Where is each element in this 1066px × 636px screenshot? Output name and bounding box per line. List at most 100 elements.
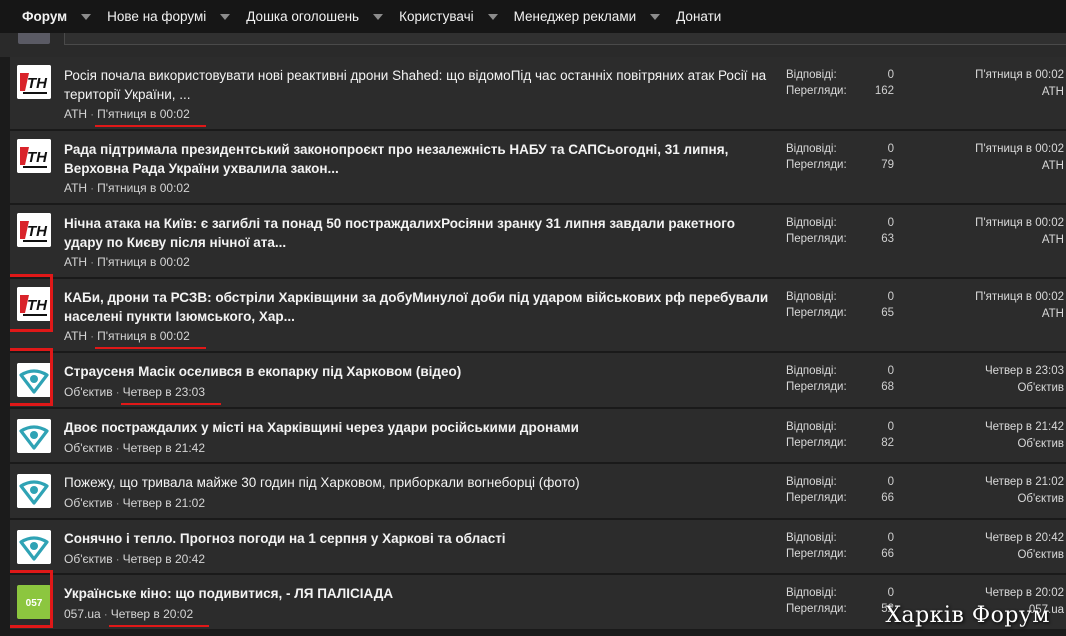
user-avatar[interactable] (18, 33, 50, 44)
thread-title[interactable]: Сонячно і тепло. Прогноз погоди на 1 сер… (64, 529, 774, 548)
nav-ad-manager[interactable]: Менеджер реклами (504, 0, 667, 33)
thread-author[interactable]: Об'єктив (64, 441, 113, 455)
last-post-date[interactable]: П'ятниця в 00:02 (975, 215, 1064, 232)
thread-author[interactable]: 057.ua (64, 607, 101, 621)
replies-count: 0 (887, 69, 894, 81)
thread-title[interactable]: Двоє постраждалих у місті на Харківщині … (64, 418, 774, 437)
thread-date[interactable]: П'ятниця в 00:02 (95, 329, 206, 349)
views-label: Перегляди: (786, 233, 847, 245)
nav-members[interactable]: Користувачі (389, 0, 504, 33)
thread-stats: Відповіді: 0 Перегляди: 66 (786, 530, 894, 562)
thread-meta: Об'єктив · Четвер в 21:42 (64, 441, 205, 455)
last-post-date[interactable]: Четвер в 23:03 (985, 363, 1064, 380)
thread-date[interactable]: П'ятниця в 00:02 (97, 181, 190, 195)
obiektyv-logo-icon[interactable] (17, 363, 51, 397)
nav-whats-new-label: Нове на форумі (107, 9, 207, 24)
atn-logo-icon[interactable]: ТН (17, 287, 51, 321)
thread-title[interactable]: Українське кіно: що подивитися, - ЛЯ ПАЛ… (64, 584, 774, 603)
thread-author[interactable]: Об'єктив (64, 385, 113, 399)
thread-meta: АТН · П'ятниця в 00:02 (64, 255, 190, 269)
last-post-author[interactable]: АТН (975, 158, 1064, 175)
last-post-date[interactable]: Четвер в 20:02 (985, 585, 1064, 602)
quick-thread-input[interactable] (64, 33, 1066, 45)
svg-text:ТН: ТН (27, 223, 48, 240)
chevron-down-icon[interactable] (650, 13, 661, 20)
replies-count: 0 (887, 291, 894, 303)
last-post-author[interactable]: АТН (975, 232, 1064, 249)
logo-057-text: 057 (26, 598, 43, 609)
views-count: 66 (881, 547, 894, 560)
nav-donate[interactable]: Донати (666, 0, 731, 33)
thread-date[interactable]: Четвер в 23:03 (120, 385, 222, 405)
thread-stats: Відповіді: 0 Перегляди: 68 (786, 363, 894, 395)
replies-label: Відповіді: (786, 69, 837, 81)
replies-count: 0 (887, 476, 894, 488)
views-count: 66 (881, 492, 894, 504)
last-post: Четвер в 21:02 Об'єктив (985, 474, 1064, 508)
thread-date[interactable]: П'ятниця в 00:02 (95, 107, 206, 127)
thread-author[interactable]: АТН (64, 255, 87, 269)
thread-row: ТН Рада підтримала президентський законо… (10, 131, 1066, 205)
thread-date[interactable]: Четвер в 21:42 (123, 441, 205, 455)
last-post-author[interactable]: Об'єктив (985, 380, 1064, 397)
last-post-date[interactable]: Четвер в 21:02 (985, 474, 1064, 491)
atn-logo-icon[interactable]: ТН (17, 65, 51, 99)
atn-logo-icon[interactable]: ТН (17, 139, 51, 173)
views-label: Перегляди: (786, 547, 847, 560)
last-post-date[interactable]: П'ятниця в 00:02 (975, 67, 1064, 84)
thread-title[interactable]: Нічна атака на Київ: є загиблі та понад … (64, 214, 774, 252)
thread-date[interactable]: Четвер в 20:42 (123, 552, 205, 566)
atn-logo-icon[interactable]: ТН (17, 213, 51, 247)
nav-donate-label: Донати (676, 9, 722, 24)
thread-meta: Об'єктив · Четвер в 21:02 (64, 496, 205, 510)
thread-date[interactable]: П'ятниця в 00:02 (97, 255, 190, 269)
obiektyv-logo-icon[interactable] (17, 474, 51, 508)
last-post-date[interactable]: П'ятниця в 00:02 (975, 289, 1064, 306)
thread-title[interactable]: Рада підтримала президентський законопро… (64, 140, 774, 178)
svg-text:ТН: ТН (27, 149, 48, 166)
057-logo-icon[interactable]: 057 (17, 585, 51, 619)
last-post-author[interactable]: АТН (975, 306, 1064, 323)
thread-title[interactable]: КАБи, дрони та РСЗВ: обстріли Харківщини… (64, 288, 774, 326)
thread-author[interactable]: АТН (64, 107, 87, 121)
chevron-down-icon[interactable] (373, 13, 384, 20)
thread-date[interactable]: Четвер в 21:02 (123, 496, 205, 510)
last-post-author[interactable]: Об'єктив (985, 547, 1064, 564)
views-count: 82 (881, 436, 894, 449)
last-post-date[interactable]: Четвер в 20:42 (985, 530, 1064, 547)
thread-list: ТН Росія почала використовувати нові реа… (10, 57, 1066, 636)
chevron-down-icon[interactable] (220, 13, 231, 20)
thread-author[interactable]: АТН (64, 329, 87, 343)
chevron-down-icon[interactable] (81, 13, 92, 20)
chevron-down-icon[interactable] (487, 13, 498, 20)
last-post-date[interactable]: П'ятниця в 00:02 (975, 141, 1064, 158)
meta-separator: · (103, 607, 108, 621)
thread-author[interactable]: Об'єктив (64, 552, 113, 566)
thread-title[interactable]: Страусеня Масік оселився в екопарку під … (64, 362, 774, 381)
obiektyv-logo-icon[interactable] (17, 529, 51, 564)
nav-ad-manager-label: Менеджер реклами (513, 9, 637, 24)
obiektyv-logo-icon[interactable] (17, 418, 51, 453)
thread-title[interactable]: Росія почала використовувати нові реакти… (64, 66, 774, 104)
views-count: 79 (881, 159, 894, 171)
replies-count: 0 (887, 587, 894, 599)
last-post-author[interactable]: Об'єктив (985, 491, 1064, 508)
views-label: Перегляди: (786, 492, 847, 504)
replies-label: Відповіді: (786, 476, 837, 488)
replies-label: Відповіді: (786, 365, 837, 377)
nav-classifieds[interactable]: Дошка оголошень (236, 0, 389, 33)
last-post-date[interactable]: Четвер в 21:42 (985, 419, 1064, 436)
thread-stats: Відповіді: 0 Перегляди: 63 (786, 215, 894, 247)
thread-date[interactable]: Четвер в 20:02 (108, 607, 210, 627)
thread-title[interactable]: Пожежу, що тривала майже 30 годин під Ха… (64, 473, 774, 492)
nav-forum[interactable]: Форум (12, 0, 97, 33)
views-label: Перегляди: (786, 159, 847, 171)
thread-author[interactable]: Об'єктив (64, 496, 113, 510)
replies-count: 0 (887, 420, 894, 433)
nav-whats-new[interactable]: Нове на форумі (97, 0, 236, 33)
thread-author[interactable]: АТН (64, 181, 87, 195)
last-post-author[interactable]: Об'єктив (985, 436, 1064, 453)
thread-row: Сонячно і тепло. Прогноз погоди на 1 сер… (10, 519, 1066, 575)
replies-label: Відповіді: (786, 587, 837, 599)
last-post-author[interactable]: АТН (975, 84, 1064, 101)
